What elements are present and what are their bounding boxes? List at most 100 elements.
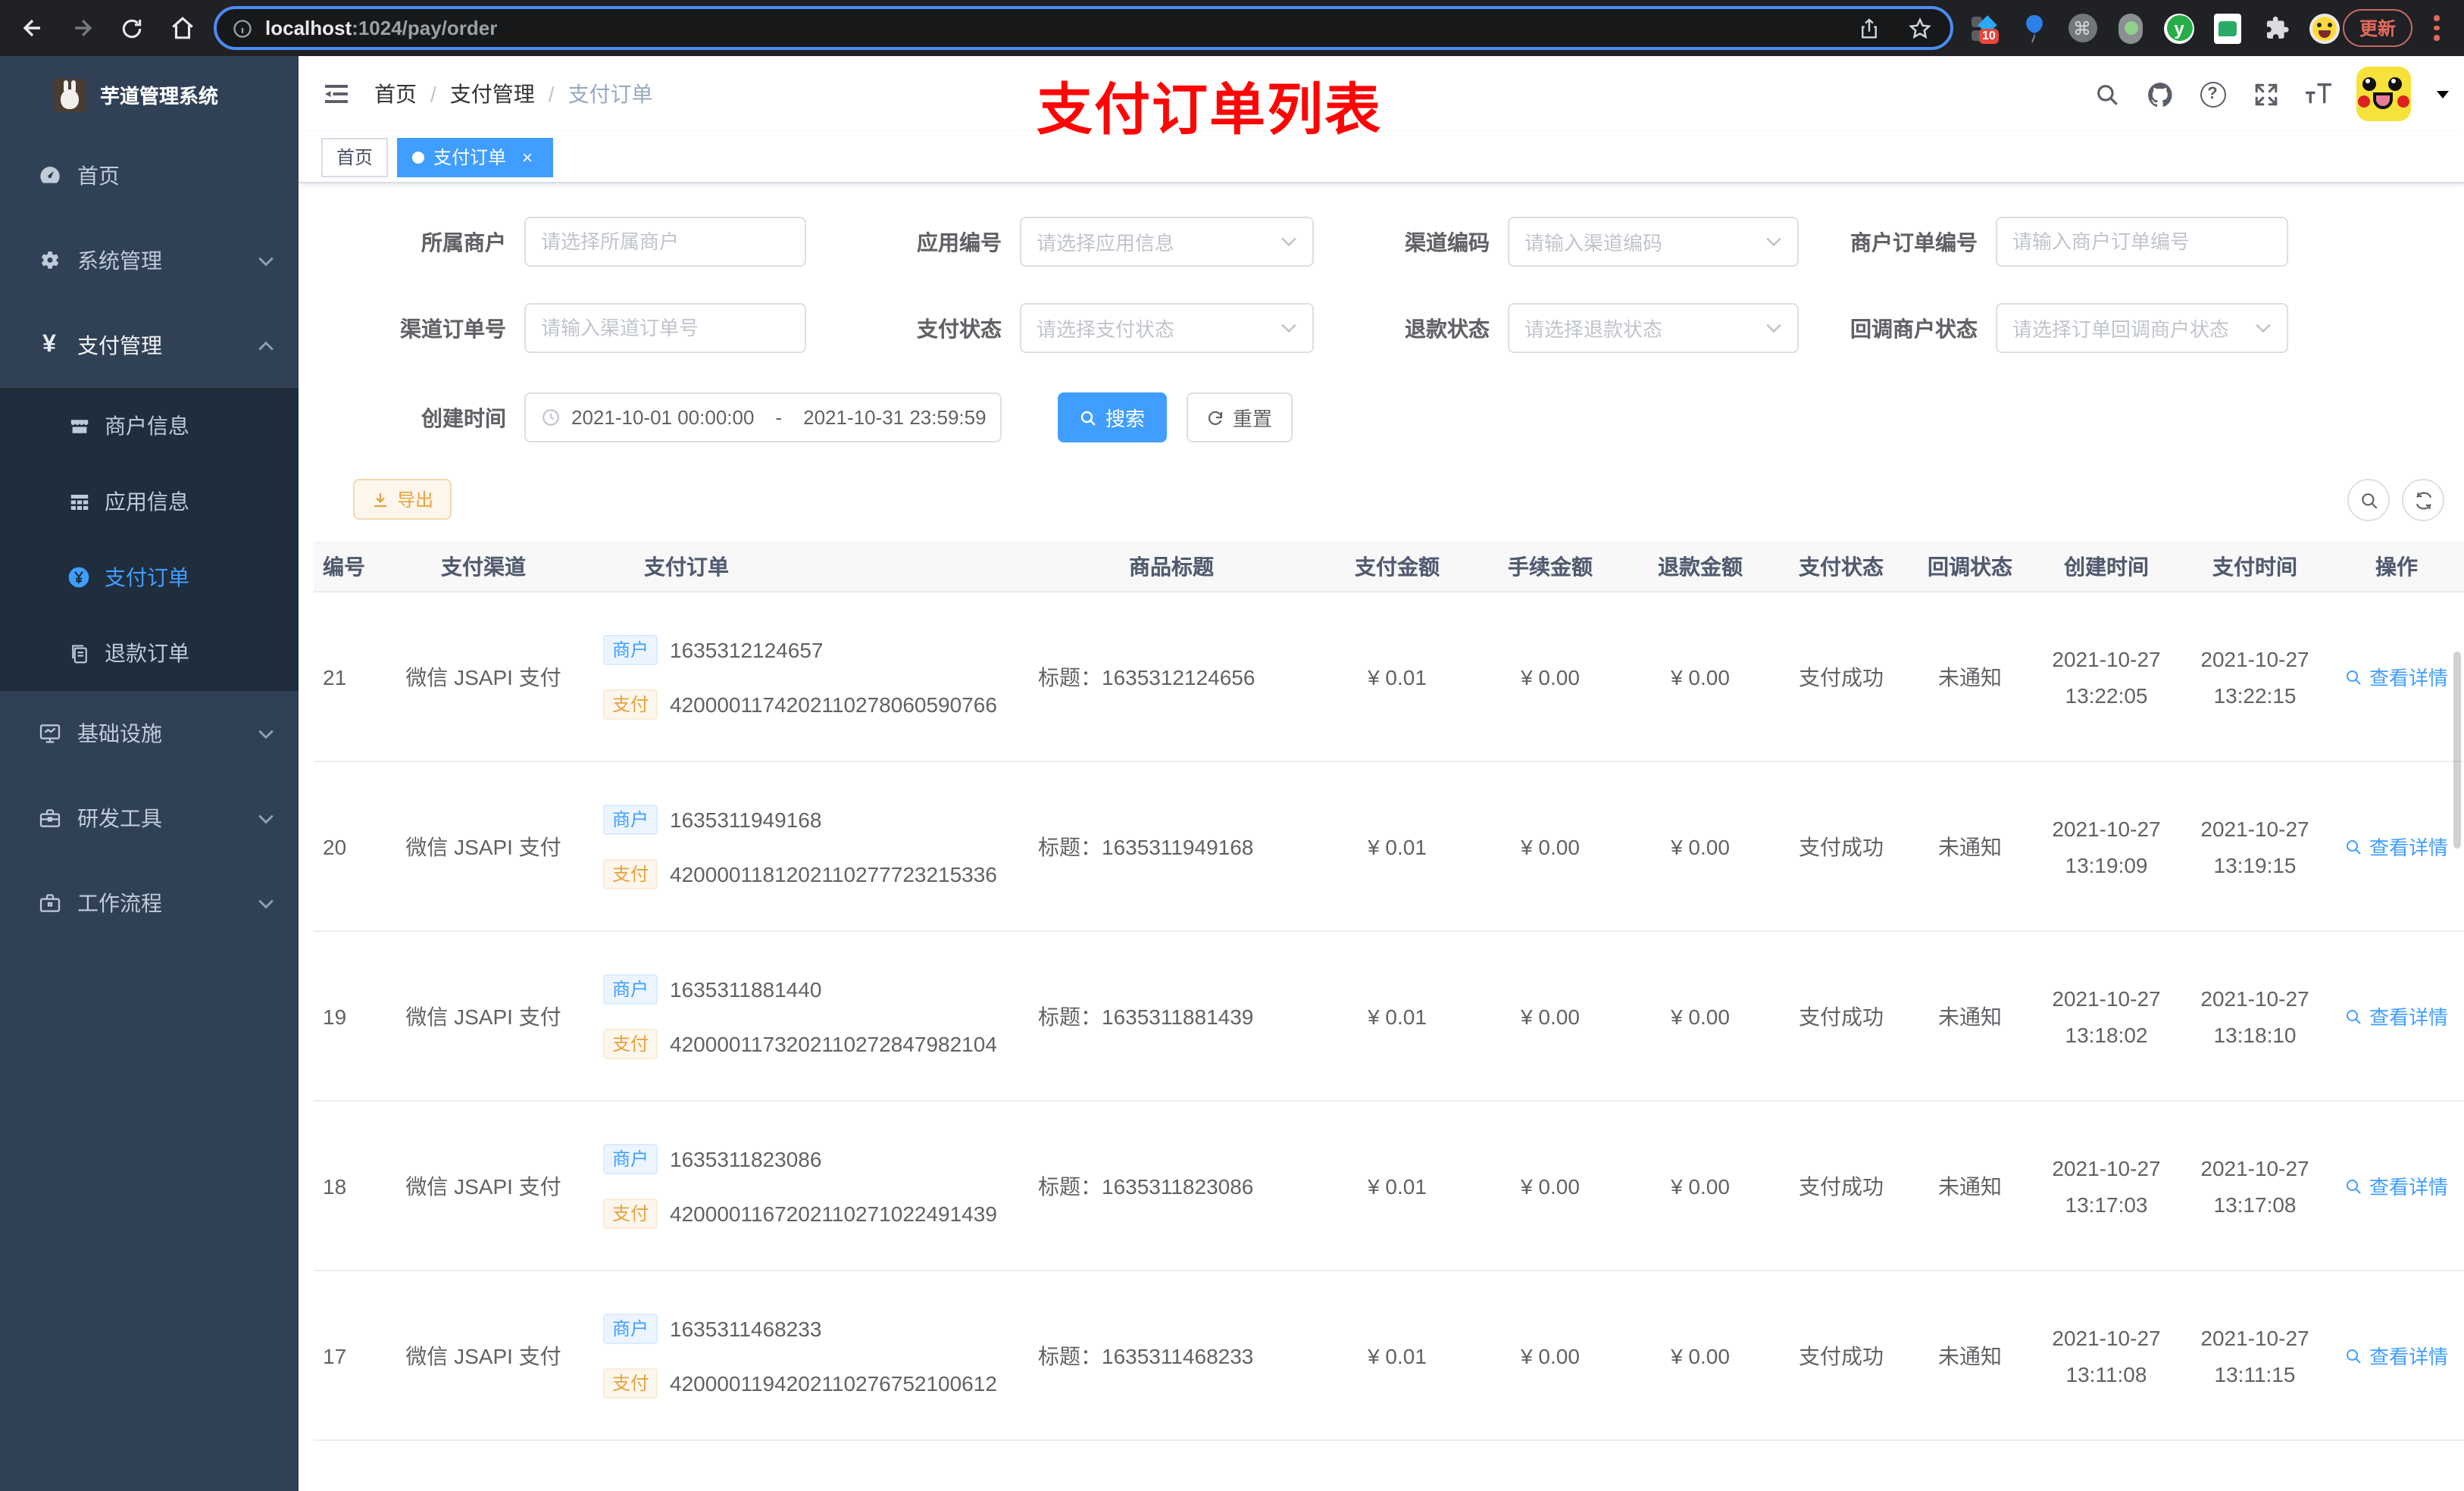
col-header-actions: 操作: [2375, 554, 2418, 578]
pay-status-select[interactable]: 请选择支付状态: [1020, 303, 1314, 353]
merchant-tag: 商户: [603, 634, 658, 664]
extension-command-icon[interactable]: ⌘: [2067, 13, 2097, 43]
view-detail-link[interactable]: 查看详情: [2345, 662, 2448, 691]
navbar-actions: ?: [2091, 56, 2449, 132]
main-area: 支付订单列表 首页 / 支付管理 / 支付订单 ? 首页 支付订单 × 所属商户…: [299, 56, 2464, 1491]
cell-create-time: 2021-10-27 13:22:05: [2052, 646, 2161, 707]
reset-button[interactable]: 重置: [1187, 392, 1293, 442]
cell-create-time: 2021-10-27 13:18:02: [2052, 986, 2161, 1046]
url-bar[interactable]: localhost:1024/pay/order: [214, 6, 1953, 50]
browser-forward-button[interactable]: [64, 10, 100, 46]
back-arrow-icon: [22, 19, 39, 37]
app-id-select[interactable]: 请选择应用信息: [1020, 217, 1314, 267]
tab-close-icon[interactable]: ×: [517, 146, 538, 167]
extensions-puzzle-button[interactable]: [2261, 13, 2291, 43]
search-icon: [2347, 670, 2362, 684]
profile-avatar-icon[interactable]: [2309, 13, 2340, 43]
col-header-refund: 退款金额: [1658, 554, 1743, 578]
tab-pay-order[interactable]: 支付订单 ×: [397, 137, 554, 177]
cell-fee: ¥ 0.00: [1521, 1004, 1580, 1028]
cell-id: 21: [323, 664, 347, 689]
extension-sketch-icon[interactable]: 10: [1970, 13, 2000, 43]
cell-actions: 查看详情: [2329, 1171, 2464, 1200]
extension-chat-icon[interactable]: [2212, 13, 2243, 43]
notify-status-select[interactable]: 请选择订单回调商户状态: [1996, 303, 2288, 353]
filter-notify-status: 回调商户状态 请选择订单回调商户状态: [1796, 303, 2288, 353]
filter-label: 所属商户: [421, 230, 506, 254]
sidebar-item-system[interactable]: 系统管理: [0, 218, 299, 303]
sidebar-item-workflow[interactable]: 工作流程: [0, 861, 299, 946]
cell-amount: ¥ 0.01: [1368, 664, 1427, 689]
sidebar-item-merchant-info[interactable]: 商户信息: [0, 388, 299, 464]
channel-code-select[interactable]: 请输入渠道编码: [1508, 217, 1799, 267]
col-header-status: 支付状态: [1799, 554, 1884, 578]
cell-amount: ¥ 0.01: [1368, 1174, 1427, 1198]
view-detail-link[interactable]: 查看详情: [2345, 1002, 2448, 1030]
date-start-value: 2021-10-01 00:00:00: [571, 406, 755, 429]
help-icon[interactable]: ?: [2197, 79, 2228, 109]
github-icon[interactable]: [2144, 79, 2175, 109]
filter-label: 应用编号: [917, 230, 1002, 254]
view-detail-link[interactable]: 查看详情: [2345, 1341, 2448, 1370]
document-copy-icon: [67, 642, 91, 664]
browser-reload-button[interactable]: [114, 10, 150, 46]
chevron-down-icon: [2255, 323, 2272, 333]
cell-amount: ¥ 0.01: [1368, 1004, 1427, 1028]
cell-pay-order: 商户 1635311881440 支付 4200001173202110272847…: [586, 974, 1023, 1058]
browser-menu-button[interactable]: [2434, 15, 2440, 40]
sidebar-item-dev-tools[interactable]: 研发工具: [0, 776, 299, 861]
toggle-search-button[interactable]: [2347, 479, 2390, 521]
table-row: 17 微信 JSAPI 支付 商户 1635311468233 支付 4200001…: [314, 1271, 2464, 1441]
sidebar-item-refund-order[interactable]: 退款订单: [0, 615, 299, 691]
extension-y-icon[interactable]: y: [2164, 13, 2194, 43]
extension-badge: 10: [1979, 28, 1999, 43]
clock-icon: [541, 408, 561, 427]
cell-id: 18: [323, 1174, 347, 1198]
cell-channel: 微信 JSAPI 支付: [405, 1343, 561, 1368]
sidebar-item-app-info[interactable]: 应用信息: [0, 464, 299, 539]
tab-home[interactable]: 首页: [321, 137, 389, 177]
green-dot-icon: [2118, 13, 2143, 43]
extension-recorder-icon[interactable]: [2115, 13, 2146, 43]
sidebar-payment-submenu: 商户信息 应用信息 支付订单 退款订单: [0, 388, 299, 691]
search-icon[interactable]: [2091, 79, 2122, 109]
export-button[interactable]: 导出: [353, 479, 452, 520]
user-avatar[interactable]: [2356, 67, 2411, 121]
view-detail-link[interactable]: 查看详情: [2345, 832, 2448, 861]
date-range-picker[interactable]: 2021-10-01 00:00:00 - 2021-10-31 23:59:5…: [524, 392, 1002, 442]
extension-balloon-icon[interactable]: [2018, 13, 2049, 43]
channel-order-no-input[interactable]: [524, 303, 806, 353]
col-header-pay-order: 支付订单: [644, 554, 729, 578]
breadcrumb-pay-manage[interactable]: 支付管理: [450, 79, 535, 109]
dashboard-icon: [36, 164, 62, 188]
sidebar-item-home[interactable]: 首页: [0, 133, 299, 218]
cell-channel: 微信 JSAPI 支付: [405, 1174, 561, 1198]
search-icon: [2347, 1179, 2362, 1193]
page-scrollbar-thumb[interactable]: [2453, 652, 2461, 849]
bookmark-star-icon[interactable]: [1908, 16, 1932, 40]
browser-home-button[interactable]: [164, 10, 200, 46]
breadcrumb-home[interactable]: 首页: [374, 79, 417, 109]
cell-title: 标题：1635311881439: [1038, 1004, 1254, 1028]
cell-notify: 未通知: [1938, 1174, 2002, 1198]
cell-title: 标题：1635311949168: [1038, 834, 1254, 858]
search-button[interactable]: 搜索: [1058, 392, 1167, 442]
sidebar-collapse-button[interactable]: [321, 79, 352, 109]
view-detail-link[interactable]: 查看详情: [2345, 1171, 2448, 1200]
fullscreen-icon[interactable]: [2250, 79, 2281, 109]
sidebar-item-pay-order[interactable]: 支付订单: [0, 539, 299, 615]
merchant-input[interactable]: [524, 217, 806, 267]
font-size-icon[interactable]: [2303, 79, 2334, 109]
refund-status-select[interactable]: 请选择退款状态: [1508, 303, 1799, 353]
browser-back-button[interactable]: [14, 10, 50, 46]
cell-status: 支付成功: [1799, 1343, 1884, 1368]
merchant-order-no-input[interactable]: [1996, 217, 2288, 267]
sidebar-item-infrastructure[interactable]: 基础设施: [0, 691, 299, 776]
filter-merchant-order-no: 商户订单编号: [1796, 217, 2288, 267]
reload-icon: [122, 18, 142, 38]
share-icon[interactable]: [1858, 16, 1881, 40]
refresh-table-button[interactable]: [2402, 479, 2444, 521]
avatar-caret-icon[interactable]: [2437, 90, 2449, 98]
browser-update-button[interactable]: 更新: [2342, 9, 2412, 47]
sidebar-item-payment[interactable]: ¥ 支付管理: [0, 303, 299, 388]
